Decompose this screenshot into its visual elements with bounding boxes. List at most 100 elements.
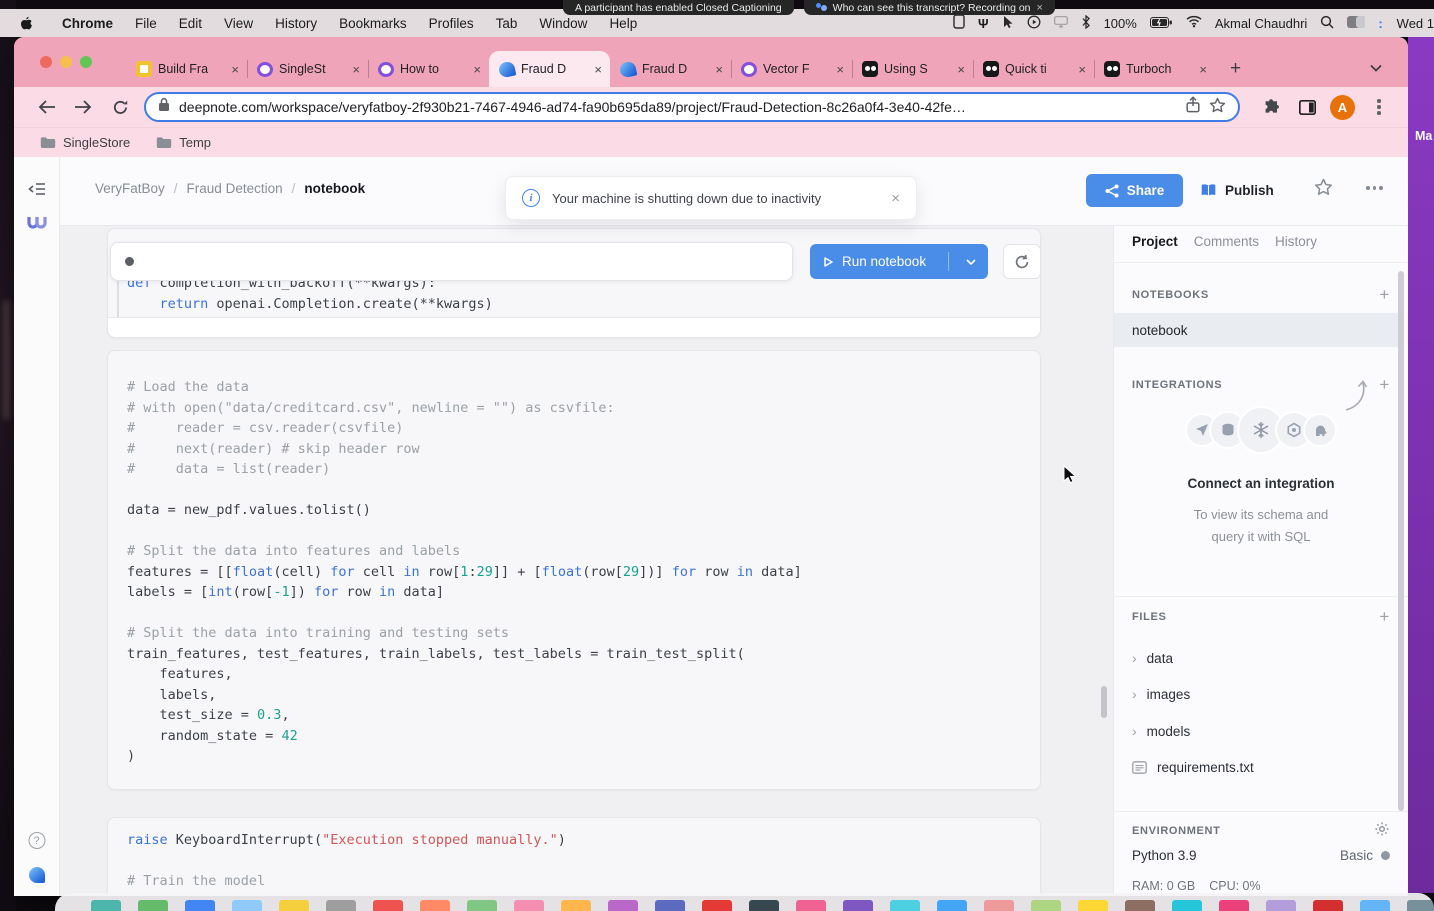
- dock-app-icon[interactable]: [1407, 900, 1434, 911]
- forward-button[interactable]: [72, 96, 94, 118]
- new-tab-button[interactable]: +: [1230, 59, 1241, 78]
- tab-close-icon[interactable]: ×: [229, 62, 241, 77]
- screen-record-icon[interactable]: [1027, 15, 1041, 32]
- dock-app-icon[interactable]: [702, 900, 732, 911]
- notebook-list-item[interactable]: notebook: [1114, 313, 1398, 347]
- collapse-sidebar-icon[interactable]: [28, 182, 46, 201]
- notebook-run-bar[interactable]: [110, 242, 793, 281]
- dock-app-icon[interactable]: [1266, 900, 1296, 911]
- trident-app-icon[interactable]: Ψ: [978, 16, 989, 31]
- restart-machine-button[interactable]: [1003, 244, 1041, 279]
- dock-app-icon[interactable]: [937, 900, 967, 911]
- browser-tab[interactable]: Quick ti×: [973, 51, 1094, 87]
- tab-close-icon[interactable]: ×: [834, 62, 846, 77]
- menubar-clock[interactable]: Wed 1: [1397, 16, 1434, 31]
- tab-close-icon[interactable]: ×: [1076, 62, 1088, 77]
- chevron-right-icon[interactable]: ›: [1132, 650, 1137, 666]
- panel-scrollbar-thumb[interactable]: [1398, 271, 1404, 811]
- menu-item-profiles[interactable]: Profiles: [418, 16, 485, 31]
- browser-tab[interactable]: Turboch×: [1094, 51, 1215, 87]
- apple-menu-icon[interactable]: [20, 16, 33, 31]
- panel-tab-history[interactable]: History: [1275, 234, 1317, 249]
- menubar-user-name[interactable]: Akmal Chaudhri: [1215, 16, 1308, 31]
- bookmark-star-icon[interactable]: [1209, 97, 1226, 118]
- dock-app-icon[interactable]: [279, 900, 309, 911]
- file-row-folder[interactable]: ›models: [1132, 716, 1390, 746]
- browser-tab[interactable]: Build Fra×: [126, 51, 247, 87]
- chevron-right-icon[interactable]: ›: [1132, 723, 1137, 739]
- bluetooth-icon[interactable]: [1081, 15, 1091, 32]
- panel-tab-comments[interactable]: Comments: [1194, 234, 1259, 249]
- device-icon[interactable]: [953, 14, 965, 32]
- dock-app-icon[interactable]: [1031, 900, 1061, 911]
- tab-close-icon[interactable]: ×: [1197, 62, 1209, 77]
- extensions-puzzle-icon[interactable]: [1259, 95, 1283, 119]
- bookmark-folder[interactable]: Temp: [156, 135, 211, 150]
- dock-app-icon[interactable]: [1219, 900, 1249, 911]
- toast-close-icon[interactable]: ×: [891, 190, 900, 207]
- bookmark-folder[interactable]: SingleStore: [40, 135, 130, 150]
- notebook-scrollbar-thumb[interactable]: [1101, 686, 1107, 718]
- breadcrumb-workspace[interactable]: VeryFatBoy: [95, 181, 165, 196]
- browser-tab[interactable]: How to×: [368, 51, 489, 87]
- menu-item-view[interactable]: View: [213, 16, 264, 31]
- dock-app-icon[interactable]: [890, 900, 920, 911]
- dock-app-icon[interactable]: [984, 900, 1014, 911]
- add-integration-icon[interactable]: +: [1379, 376, 1390, 393]
- workspace-logo-icon[interactable]: [26, 215, 48, 237]
- breadcrumb-notebook[interactable]: notebook: [304, 181, 365, 196]
- side-panel-icon[interactable]: [1295, 95, 1319, 119]
- help-icon[interactable]: ?: [28, 832, 45, 849]
- machine-plan[interactable]: Basic: [1340, 848, 1373, 863]
- dock-app-icon[interactable]: [1172, 900, 1202, 911]
- tab-close-icon[interactable]: ×: [955, 62, 967, 77]
- dock-app-icon[interactable]: [608, 900, 638, 911]
- file-row-folder[interactable]: ›data: [1132, 643, 1390, 673]
- dock-app-icon[interactable]: [1125, 900, 1155, 911]
- menu-item-chrome[interactable]: Chrome: [51, 16, 124, 31]
- breadcrumb-project[interactable]: Fraud Detection: [187, 181, 283, 196]
- browser-tab[interactable]: SingleSt×: [247, 51, 368, 87]
- dock-app-icon[interactable]: [420, 900, 450, 911]
- tab-close-icon[interactable]: ×: [471, 62, 483, 77]
- share-page-icon[interactable]: [1186, 96, 1200, 118]
- window-minimize-button[interactable]: [60, 56, 72, 68]
- panel-tab-project[interactable]: Project: [1132, 234, 1178, 249]
- share-button[interactable]: Share: [1086, 174, 1183, 207]
- chevron-right-icon[interactable]: ›: [1132, 686, 1137, 702]
- dock-app-icon[interactable]: [1360, 900, 1390, 911]
- tab-search-chevron-icon[interactable]: [1370, 59, 1382, 77]
- code-editor[interactable]: raise KeyboardInterrupt("Execution stopp…: [127, 830, 1030, 892]
- tab-close-icon[interactable]: ×: [713, 62, 725, 77]
- menu-item-edit[interactable]: Edit: [168, 16, 213, 31]
- browser-tab-active[interactable]: Fraud D×: [489, 51, 610, 87]
- macos-dock[interactable]: [55, 893, 1434, 911]
- spotlight-search-icon[interactable]: [1320, 15, 1334, 32]
- dock-app-icon[interactable]: [91, 900, 121, 911]
- publish-button[interactable]: Publish: [1200, 174, 1274, 207]
- user-switch-icon[interactable]: [1347, 16, 1365, 31]
- file-row-folder[interactable]: ›images: [1132, 679, 1390, 709]
- file-row-file[interactable]: requirements.txt: [1132, 752, 1390, 782]
- browser-tab[interactable]: Fraud D×: [610, 51, 731, 87]
- tab-close-icon[interactable]: ×: [350, 62, 362, 77]
- dock-app-icon[interactable]: [326, 900, 356, 911]
- environment-settings-gear-icon[interactable]: [1374, 821, 1390, 840]
- deepnote-logo[interactable]: [29, 867, 45, 883]
- dock-app-icon[interactable]: [514, 900, 544, 911]
- reload-button[interactable]: [109, 96, 131, 118]
- battery-icon[interactable]: [1150, 16, 1173, 31]
- menu-item-window[interactable]: Window: [528, 16, 598, 31]
- menu-item-bookmarks[interactable]: Bookmarks: [328, 16, 418, 31]
- run-notebook-button[interactable]: Run notebook: [810, 244, 988, 279]
- dock-app-icon[interactable]: [561, 900, 591, 911]
- dock-app-icon[interactable]: [655, 900, 685, 911]
- dock-app-icon[interactable]: [373, 900, 403, 911]
- dock-app-icon[interactable]: [138, 900, 168, 911]
- chrome-menu-icon[interactable]: [1367, 95, 1391, 119]
- code-cell[interactable]: # Load the data# with open("data/creditc…: [107, 350, 1041, 790]
- dock-app-icon[interactable]: [796, 900, 826, 911]
- more-options-icon[interactable]: [1366, 186, 1383, 190]
- menu-item-file[interactable]: File: [124, 16, 168, 31]
- profile-avatar[interactable]: A: [1330, 95, 1355, 120]
